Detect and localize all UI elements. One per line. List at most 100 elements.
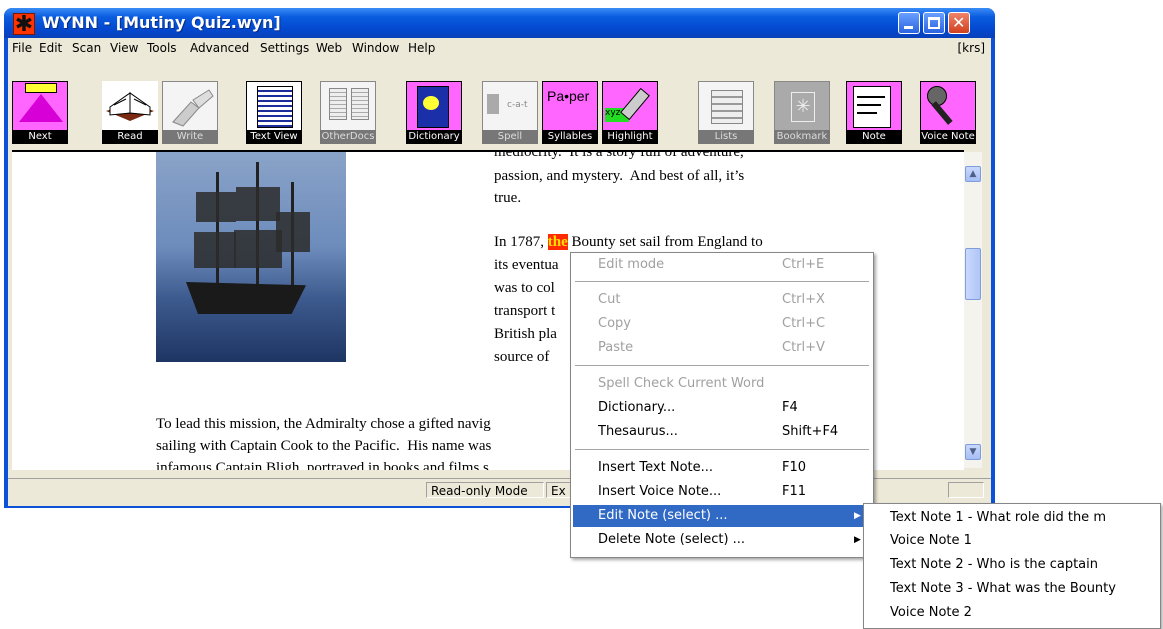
dictionary-label: Dictionary: [406, 130, 462, 144]
highlight-button[interactable]: xyz Highlight: [602, 81, 658, 146]
paragraph-1-line-1: mediocrity. It is a story full of advent…: [494, 150, 744, 160]
window-title: WYNN - [Mutiny Quiz.wyn]: [42, 13, 281, 32]
syllables-button[interactable]: Pa•per Syllables: [542, 81, 598, 146]
user-indicator: [krs]: [957, 41, 986, 55]
status-grip[interactable]: [948, 482, 984, 498]
paragraph-2-line-1: In 1787, the Bounty set sail from Englan…: [494, 232, 763, 252]
paragraph-2-line-6: source of: [494, 349, 550, 365]
microphone-icon: [920, 81, 976, 131]
text-view-label: Text View: [246, 130, 302, 144]
submenu-item-text-note-3[interactable]: Text Note 3 - What was the Bounty: [890, 578, 1116, 600]
menu-tools[interactable]: Tools: [147, 41, 177, 55]
next-label: Next: [12, 130, 68, 144]
edit-note-submenu: Text Note 1 - What role did the m Voice …: [863, 503, 1161, 629]
highlight-label: Highlight: [602, 130, 658, 144]
maximize-icon: [928, 17, 940, 29]
paragraph-3-line-2: sailing with Captain Cook to the Pacific…: [156, 438, 492, 454]
submenu-arrow-icon: ▶: [854, 535, 861, 545]
submenu-item-voice-note-1[interactable]: Voice Note 1: [890, 530, 972, 552]
submenu-item-voice-note-2[interactable]: Voice Note 2: [890, 602, 972, 624]
spell-button[interactable]: c-a-t Spell: [482, 81, 538, 146]
spell-label: Spell: [482, 130, 538, 144]
menu-item-cut[interactable]: Cut Ctrl+X: [573, 289, 871, 311]
menu-item-insert-voice-note[interactable]: Insert Voice Note... F11: [573, 481, 871, 503]
menu-window[interactable]: Window: [352, 41, 399, 55]
lists-icon: [698, 81, 754, 131]
maximize-button[interactable]: [923, 12, 945, 34]
menu-item-paste[interactable]: Paste Ctrl+V: [573, 337, 871, 359]
paragraph-2-line-2: its eventua: [494, 257, 559, 273]
menu-item-copy[interactable]: Copy Ctrl+C: [573, 313, 871, 335]
dictionary-button[interactable]: Dictionary: [406, 81, 462, 146]
menu-item-edit-note[interactable]: Edit Note (select) ... ▶: [573, 505, 871, 527]
read-label: Read: [102, 130, 158, 144]
scroll-down-icon[interactable]: ▼: [965, 444, 981, 460]
next-arrow-icon: [12, 81, 68, 131]
highlighter-icon: xyz: [602, 81, 658, 131]
menu-item-insert-text-note[interactable]: Insert Text Note... F10: [573, 457, 871, 479]
hand-writing-icon: [162, 81, 218, 131]
close-button[interactable]: ✕: [948, 12, 970, 34]
menu-item-dictionary[interactable]: Dictionary... F4: [573, 397, 871, 419]
close-icon: ✕: [952, 13, 966, 32]
notepad-icon: [846, 81, 902, 131]
documents-icon: [320, 81, 376, 131]
paragraph-3-line-1: To lead this mission, the Admiralty chos…: [156, 416, 491, 432]
note-button[interactable]: Note: [846, 81, 902, 146]
vertical-scrollbar[interactable]: ▲ ▼: [964, 152, 982, 468]
note-label: Note: [846, 130, 902, 144]
bookmark-icon: ✳: [774, 81, 830, 131]
menu-edit[interactable]: Edit: [39, 41, 62, 55]
menu-bar: File Edit Scan View Tools Advanced Setti…: [8, 38, 991, 58]
submenu-item-text-note-1[interactable]: Text Note 1 - What role did the m: [890, 507, 1106, 529]
voice-note-label: Voice Note: [920, 130, 976, 144]
text-view-button[interactable]: Text View: [246, 81, 302, 146]
status-mode: Read-only Mode: [426, 482, 544, 498]
text-prefix: In 1787,: [494, 234, 548, 250]
wynn-star-icon[interactable]: ✱: [13, 13, 35, 36]
menu-item-delete-note[interactable]: Delete Note (select) ... ▶: [573, 529, 871, 551]
syllables-label: Syllables: [542, 130, 598, 144]
title-bar[interactable]: ✱ WYNN - [Mutiny Quiz.wyn] ✕: [4, 8, 995, 38]
dictionary-book-icon: [406, 81, 462, 131]
menu-item-thesaurus[interactable]: Thesaurus... Shift+F4: [573, 421, 871, 443]
paragraph-2-line-3: was to col: [494, 280, 555, 296]
text-suffix: Bounty set sail from England to: [567, 234, 763, 250]
paragraph-1-line-2: passion, and mystery. And best of all, i…: [494, 168, 745, 184]
speaker-spell-icon: c-a-t: [482, 81, 538, 131]
menu-view[interactable]: View: [110, 41, 138, 55]
read-button[interactable]: Read: [102, 81, 158, 146]
menu-item-edit-mode[interactable]: Edit mode Ctrl+E: [573, 254, 871, 276]
text-page-icon: [246, 81, 302, 131]
menu-settings[interactable]: Settings: [260, 41, 309, 55]
other-docs-label: OtherDocs: [320, 130, 376, 144]
voice-note-button[interactable]: Voice Note: [920, 81, 976, 146]
menu-web[interactable]: Web: [316, 41, 342, 55]
open-book-icon: [102, 81, 158, 131]
highlighted-word[interactable]: the: [547, 234, 568, 250]
menu-file[interactable]: File: [12, 41, 32, 55]
other-docs-button[interactable]: OtherDocs: [320, 81, 376, 146]
ship-image: [156, 152, 346, 362]
scroll-thumb[interactable]: [965, 248, 981, 300]
context-menu: Edit mode Ctrl+E Cut Ctrl+X Copy Ctrl+C Pas…: [570, 252, 874, 558]
lists-label: Lists: [698, 130, 754, 144]
paragraph-2-line-5: British pla: [494, 326, 557, 342]
write-button[interactable]: Write: [162, 81, 218, 146]
paragraph-2-line-4: transport t: [494, 303, 556, 319]
scroll-up-icon[interactable]: ▲: [965, 166, 981, 182]
menu-item-spell-check[interactable]: Spell Check Current Word: [573, 373, 871, 395]
submenu-item-text-note-2[interactable]: Text Note 2 - Who is the captain: [890, 554, 1098, 576]
next-button[interactable]: Next: [12, 81, 68, 146]
lists-button[interactable]: Lists: [698, 81, 754, 146]
paragraph-1-line-3: true.: [494, 190, 522, 206]
syllables-icon: Pa•per: [542, 81, 598, 131]
menu-help[interactable]: Help: [408, 41, 435, 55]
bookmark-button[interactable]: ✳ Bookmark: [774, 81, 830, 146]
minimize-button[interactable]: [898, 12, 920, 34]
submenu-arrow-icon: ▶: [854, 511, 861, 521]
paragraph-3-line-3: infamous Captain Bligh, portrayed in boo…: [156, 460, 489, 470]
minimize-icon: [904, 26, 913, 29]
menu-scan[interactable]: Scan: [72, 41, 101, 55]
menu-advanced[interactable]: Advanced: [190, 41, 249, 55]
